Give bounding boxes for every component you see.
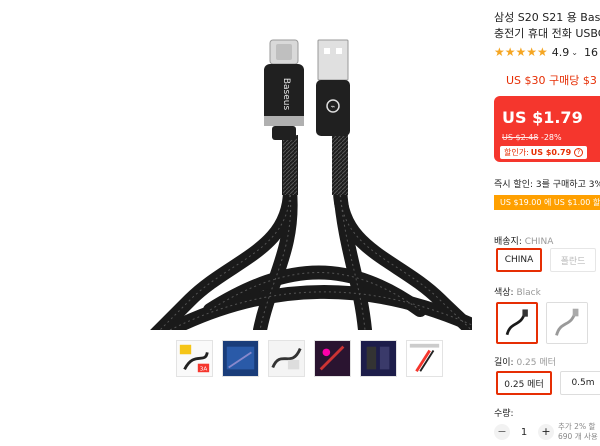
thumbnail-5[interactable] [360, 340, 397, 377]
quantity-stepper: − 1 + [494, 424, 554, 440]
color-label-row: 색상: Black [494, 285, 541, 298]
original-price-row: US $2.48 -28% [502, 133, 562, 142]
usb-cable-image: Baseus ⌁ [150, 39, 472, 330]
info-icon[interactable]: ? [574, 148, 584, 157]
shipping-label: 배송지: [494, 237, 522, 247]
product-title: 삼성 S20 S21 용 Baseus 충전기 휴대 전화 USBC [494, 10, 600, 42]
price-box: US $1.79 US $2.48 -28% 할인가: US $0.79 ? [494, 96, 600, 162]
discount-percent: -28% [540, 133, 562, 142]
shipping-option-china[interactable]: CHINA [496, 248, 542, 272]
quantity-note-line2: 690 개 사용 [558, 432, 598, 441]
color-swatch-gray[interactable] [546, 302, 588, 344]
quantity-decrease-button[interactable]: − [494, 424, 510, 440]
quantity-label: 수량: [494, 409, 514, 419]
thumbnail-2[interactable] [222, 340, 259, 377]
color-label: 색상: [494, 288, 514, 298]
chevron-down-icon[interactable]: ⌄ [571, 48, 578, 57]
quantity-note-line1: 추가 2% 할 [558, 422, 596, 431]
shipping-selected-value: CHINA [524, 237, 554, 247]
quantity-increase-button[interactable]: + [538, 424, 554, 440]
quantity-value[interactable]: 1 [510, 427, 538, 438]
brand-text: Baseus [281, 78, 291, 111]
original-price: US $2.48 [502, 133, 539, 142]
current-price: US $1.79 [502, 108, 583, 127]
bulk-discount-text: 즉시 할인: 3를 구매하고 3% [494, 180, 600, 190]
bulk-discount-banner[interactable]: US $19.00 에 US $1.00 할 [494, 195, 600, 210]
thumbnail-1[interactable]: 3A [176, 340, 213, 377]
length-selected-value: 0.25 메터 [516, 358, 556, 368]
sale-price-label: 할인가: [504, 148, 529, 157]
svg-text:⌁: ⌁ [331, 102, 336, 111]
store-coupon-text[interactable]: US $30 구매당 $3 할 [506, 72, 600, 88]
thumbnail-6[interactable] [406, 340, 443, 377]
thumbnail-strip: 3A [176, 340, 443, 377]
star-rating-icon: ★★★★★ [494, 45, 548, 59]
sale-price-value: US $0.79 [530, 148, 572, 157]
color-swatch-black[interactable] [496, 302, 538, 344]
length-label-row: 길이: 0.25 메터 [494, 355, 556, 368]
main-product-image[interactable]: Baseus ⌁ [150, 10, 472, 330]
shipping-label-row: 배송지: CHINA [494, 234, 553, 247]
rating-row[interactable]: ★★★★★ 4.9 ⌄ 16 [494, 45, 598, 59]
product-title-line1: 삼성 S20 S21 용 Baseus [494, 11, 600, 24]
product-title-line2: 충전기 휴대 전화 USBC [494, 27, 600, 40]
quantity-note: 추가 2% 할 690 개 사용 [558, 422, 598, 442]
color-selected-value: Black [516, 288, 541, 298]
sale-price-badge[interactable]: 할인가: US $0.79 ? [500, 146, 588, 159]
thumb-3a-label: 3A [200, 366, 208, 372]
length-option-05m[interactable]: 0.5m [560, 371, 600, 395]
length-option-025m[interactable]: 0.25 메터 [496, 371, 552, 395]
review-count[interactable]: 16 [584, 46, 598, 59]
thumbnail-3[interactable] [268, 340, 305, 377]
length-label: 길이: [494, 358, 514, 368]
shipping-option-poland[interactable]: 폴란드 [550, 248, 596, 272]
thumbnail-4[interactable] [314, 340, 351, 377]
rating-value: 4.9 [551, 45, 570, 59]
product-info-panel: 삼성 S20 S21 용 Baseus 충전기 휴대 전화 USBC ★★★★★… [494, 0, 600, 446]
